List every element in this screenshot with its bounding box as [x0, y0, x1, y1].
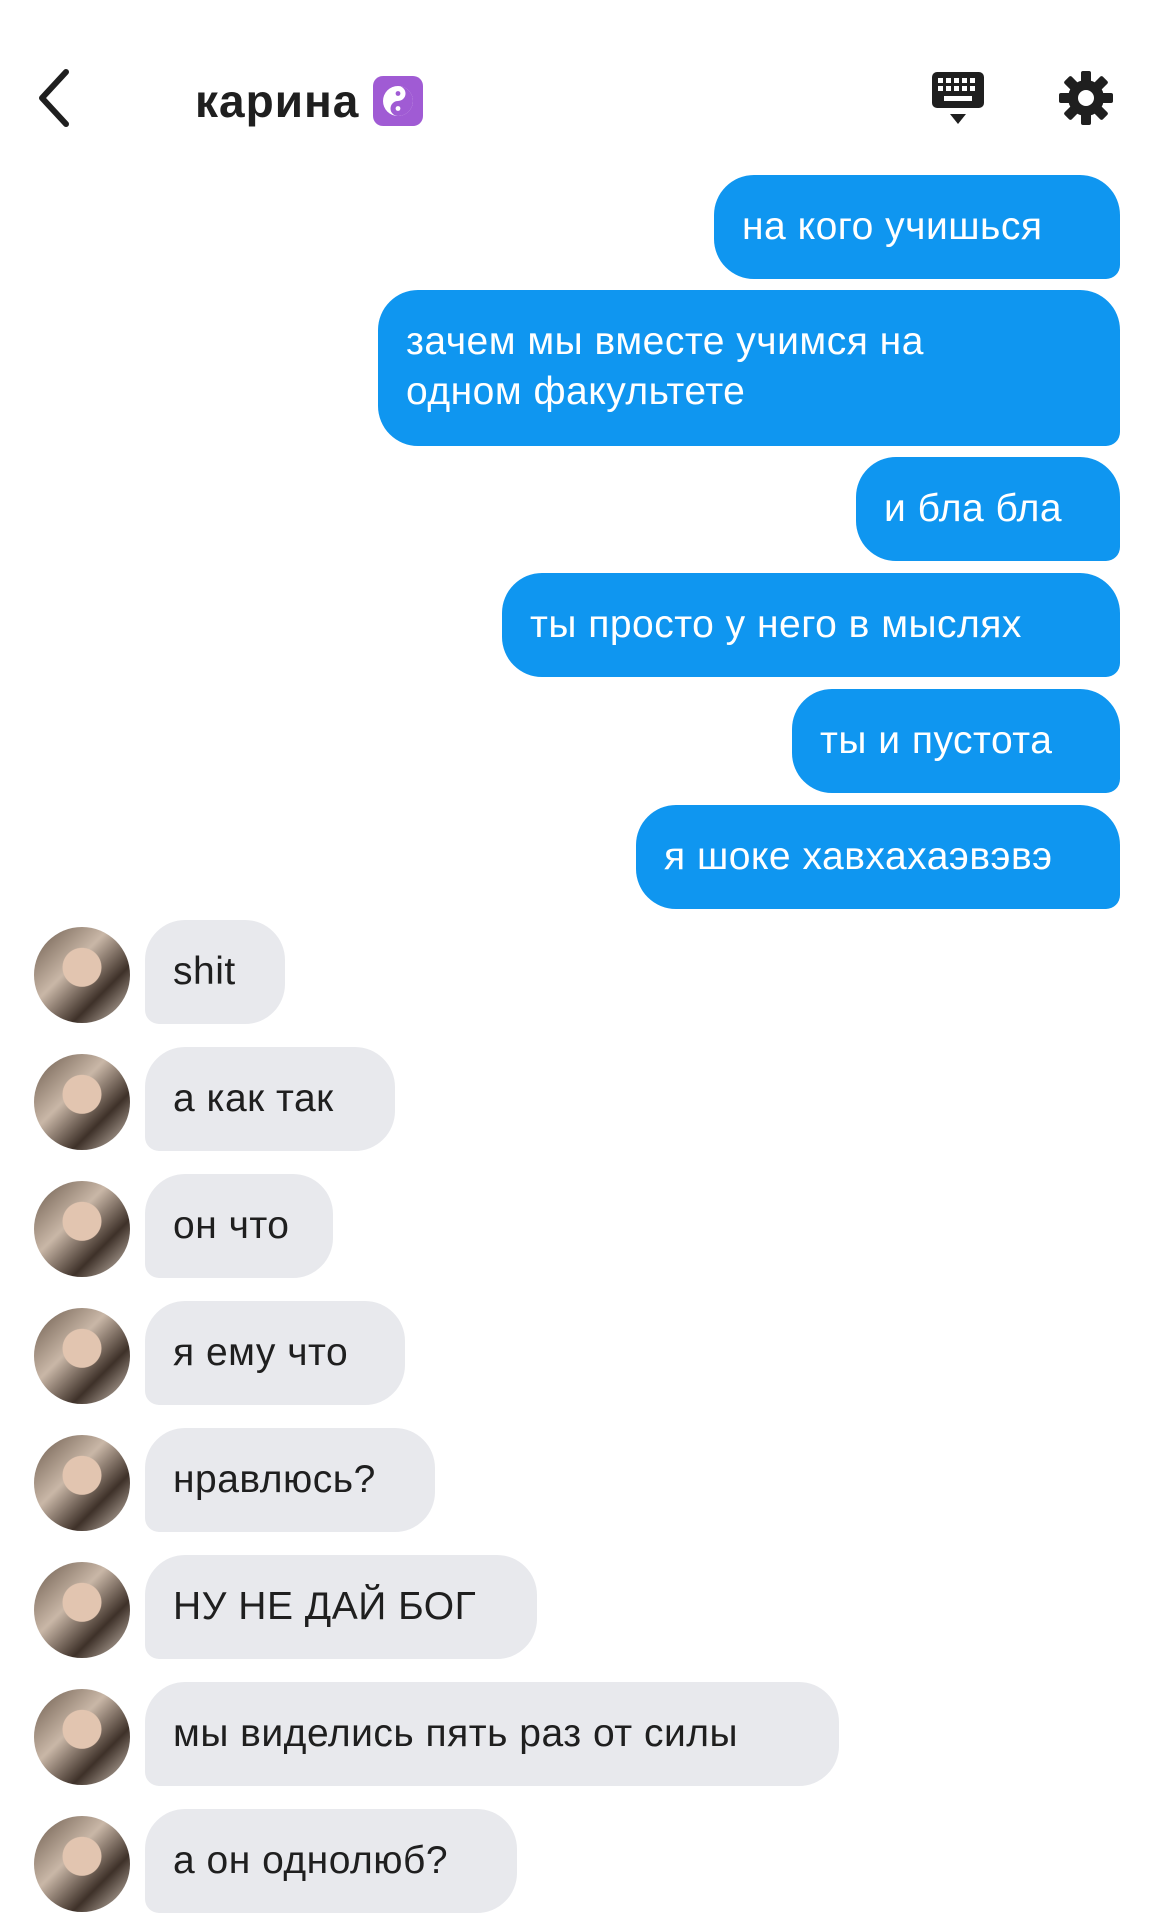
avatar[interactable] [34, 1181, 130, 1277]
avatar[interactable] [34, 927, 130, 1023]
keyboard-icon [932, 72, 984, 124]
message-in[interactable]: НУ НЕ ДАЙ БОГ [145, 1555, 537, 1659]
settings-button[interactable] [1058, 70, 1114, 126]
message-out[interactable]: на кого учишься [714, 175, 1120, 279]
message-out[interactable]: и бла бла [856, 457, 1120, 561]
gear-icon [1059, 71, 1113, 125]
message-in[interactable]: shit [145, 920, 285, 1024]
avatar[interactable] [34, 1689, 130, 1785]
message-in[interactable]: я ему что [145, 1301, 405, 1405]
message-in[interactable]: мы виделись пять раз от силы [145, 1682, 839, 1786]
chat-header: карина [0, 0, 1152, 170]
message-in[interactable]: он что [145, 1174, 333, 1278]
chat-title-group[interactable]: карина [195, 70, 424, 132]
message-in[interactable]: а как так [145, 1047, 395, 1151]
message-out[interactable]: я шоке хавхахаэвэвэ [636, 805, 1120, 909]
message-out[interactable]: ты и пустота [792, 689, 1120, 793]
avatar[interactable] [34, 1562, 130, 1658]
message-in[interactable]: а он однолюб? [145, 1809, 517, 1913]
avatar[interactable] [34, 1435, 130, 1531]
keyboard-toggle-button[interactable] [930, 70, 986, 128]
avatar[interactable] [34, 1816, 130, 1912]
message-in[interactable]: нравлюсь? [145, 1428, 435, 1532]
back-button[interactable] [30, 62, 86, 134]
message-out[interactable]: ты просто у него в мыслях [502, 573, 1120, 677]
contact-name: карина [195, 75, 360, 127]
avatar[interactable] [34, 1308, 130, 1404]
yin-yang-icon [373, 76, 424, 126]
message-out[interactable]: зачем мы вместе учимся на одном факульте… [378, 290, 1120, 446]
back-arrow-icon [39, 69, 69, 127]
avatar[interactable] [34, 1054, 130, 1150]
